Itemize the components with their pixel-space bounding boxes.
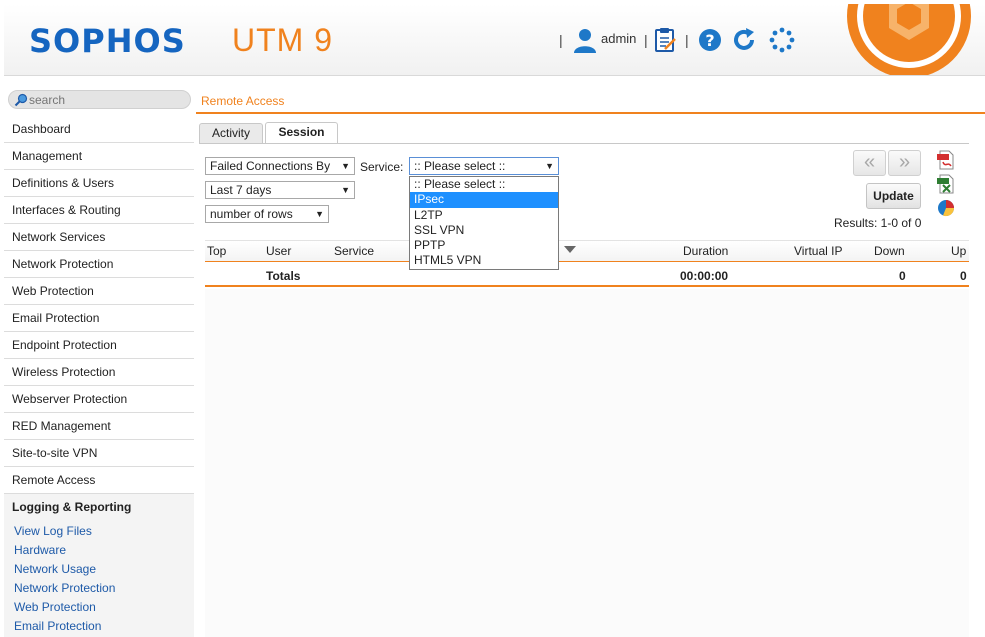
table-header: Top User Service Duration Virtual IP Dow… — [205, 240, 969, 262]
sidebar-submenu: View Log Files Hardware Network Usage Ne… — [4, 521, 194, 637]
sidebar-item-web-protection[interactable]: Web Protection — [4, 278, 194, 305]
service-select[interactable]: :: Please select :: ▼ — [409, 157, 559, 175]
results-count: Results: 1-0 of 0 — [834, 216, 922, 230]
service-value: :: Please select :: — [414, 159, 506, 173]
period-value: Last 7 days — [210, 183, 272, 197]
sidebar-subitem-email-protection[interactable]: Email Protection — [4, 617, 194, 636]
sidebar-item-definitions-users[interactable]: Definitions & Users — [4, 170, 194, 197]
service-option-please-select[interactable]: :: Please select :: — [410, 177, 558, 192]
sidebar-item-management[interactable]: Management — [4, 143, 194, 170]
column-header-virtual-ip[interactable]: Virtual IP — [794, 244, 842, 258]
service-option-html5-vpn[interactable]: HTML5 VPN — [410, 253, 558, 268]
header-separator: | — [559, 32, 563, 48]
sidebar-item-red-management[interactable]: RED Management — [4, 413, 194, 440]
rows-value: number of rows — [210, 207, 293, 221]
service-option-ipsec[interactable]: IPsec — [410, 192, 558, 208]
pdf-export-icon[interactable] — [936, 150, 956, 170]
search-input[interactable] — [29, 92, 184, 107]
loading-spinner-icon — [769, 27, 795, 53]
header-separator: | — [685, 32, 689, 48]
sidebar-subitem-hardware[interactable]: Hardware — [4, 541, 194, 560]
sidebar-item-network-services[interactable]: Network Services — [4, 224, 194, 251]
header: SOPHOS UTM 9 | admin | | ? — [4, 4, 985, 76]
pie-chart-icon[interactable] — [936, 198, 956, 218]
sort-descending-icon[interactable] — [563, 245, 577, 255]
chevron-down-icon: ▼ — [341, 161, 350, 171]
sidebar-item-interfaces-routing[interactable]: Interfaces & Routing — [4, 197, 194, 224]
sidebar: Dashboard Management Definitions & Users… — [4, 116, 194, 637]
totals-duration: 00:00:00 — [680, 269, 729, 283]
sidebar-subitem-network-usage[interactable]: Network Usage — [4, 560, 194, 579]
chevron-down-icon: ▼ — [545, 161, 554, 171]
sophos-badge-icon — [847, 4, 971, 75]
column-header-down[interactable]: Down — [874, 244, 905, 258]
product-name: UTM 9 — [232, 22, 333, 58]
user-icon[interactable] — [572, 27, 598, 53]
search-box — [8, 90, 191, 109]
sidebar-item-network-protection[interactable]: Network Protection — [4, 251, 194, 278]
sidebar-item-dashboard[interactable]: Dashboard — [4, 116, 194, 143]
sidebar-subitem-view-log-files[interactable]: View Log Files — [4, 522, 194, 541]
clipboard-icon[interactable] — [651, 26, 679, 54]
xls-export-icon[interactable] — [936, 174, 956, 194]
sidebar-item-endpoint-protection[interactable]: Endpoint Protection — [4, 332, 194, 359]
service-option-l2tp[interactable]: L2TP — [410, 208, 558, 223]
header-separator: | — [644, 32, 648, 48]
refresh-icon[interactable] — [730, 26, 758, 54]
update-button[interactable]: Update — [866, 183, 921, 209]
totals-label: Totals — [266, 269, 301, 283]
tab-activity[interactable]: Activity — [199, 123, 263, 144]
sidebar-item-wireless-protection[interactable]: Wireless Protection — [4, 359, 194, 386]
sidebar-item-remote-access[interactable]: Remote Access — [4, 467, 194, 494]
service-dropdown-list: :: Please select :: IPsec L2TP SSL VPN P… — [409, 176, 559, 270]
report-type-select[interactable]: Failed Connections By ▼ — [205, 157, 355, 175]
column-header-up[interactable]: Up — [951, 244, 966, 258]
sidebar-item-logging-reporting[interactable]: Logging & Reporting — [4, 494, 194, 521]
service-option-pptp[interactable]: PPTP — [410, 238, 558, 253]
sidebar-subitem-network-protection[interactable]: Network Protection — [4, 579, 194, 598]
help-icon[interactable]: ? — [696, 26, 724, 54]
rows-select[interactable]: number of rows ▼ — [205, 205, 329, 223]
tab-content-border — [199, 143, 969, 144]
column-header-service[interactable]: Service — [334, 244, 374, 258]
column-header-duration[interactable]: Duration — [683, 244, 728, 258]
column-header-user[interactable]: User — [266, 244, 291, 258]
chevron-down-icon: ▼ — [315, 209, 324, 219]
report-type-value: Failed Connections By — [210, 159, 331, 173]
admin-user-link[interactable]: admin — [601, 31, 636, 46]
totals-down: 0 — [899, 269, 906, 283]
tab-session[interactable]: Session — [265, 122, 338, 144]
table-totals-row: Totals 00:00:00 0 0 — [205, 263, 969, 287]
table-body-area — [205, 289, 969, 637]
column-header-top[interactable]: Top — [207, 244, 226, 258]
totals-up: 0 — [960, 269, 967, 283]
sidebar-item-webserver-protection[interactable]: Webserver Protection — [4, 386, 194, 413]
breadcrumb-remote-access: Remote Access — [201, 94, 285, 108]
svg-text:?: ? — [705, 31, 714, 50]
sidebar-subitem-web-protection[interactable]: Web Protection — [4, 598, 194, 617]
breadcrumb: Remote Access — [196, 90, 985, 114]
next-page-button[interactable]: » — [888, 150, 921, 176]
service-option-ssl-vpn[interactable]: SSL VPN — [410, 223, 558, 238]
search-icon — [14, 93, 28, 107]
chevron-down-icon: ▼ — [341, 185, 350, 195]
period-select[interactable]: Last 7 days ▼ — [205, 181, 355, 199]
sidebar-item-email-protection[interactable]: Email Protection — [4, 305, 194, 332]
sidebar-item-site-to-site-vpn[interactable]: Site-to-site VPN — [4, 440, 194, 467]
service-label: Service: — [360, 160, 404, 174]
prev-page-button[interactable]: « — [853, 150, 886, 176]
sophos-logo[interactable]: SOPHOS — [29, 22, 186, 60]
